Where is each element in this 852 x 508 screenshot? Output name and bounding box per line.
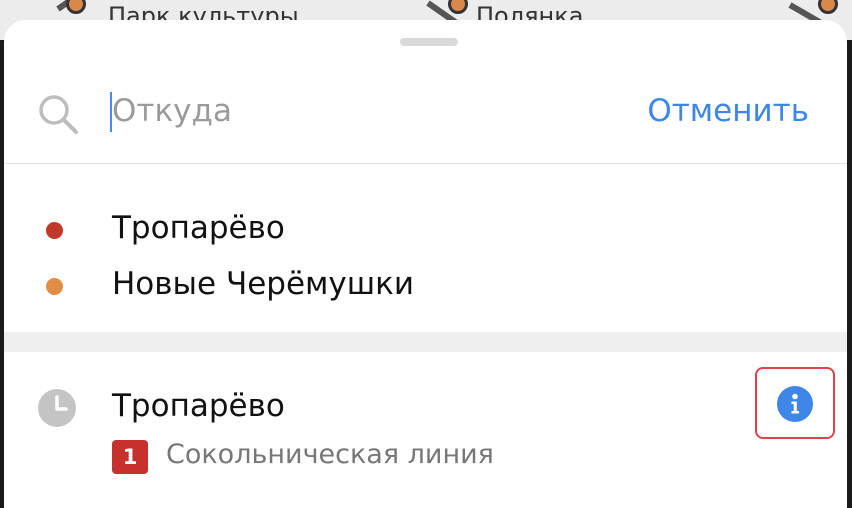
info-button[interactable] — [777, 386, 813, 422]
map-station-marker — [448, 0, 468, 14]
suggestion-item[interactable]: Тропарёво — [4, 202, 847, 258]
line-number-badge: 1 — [112, 440, 148, 474]
suggestion-station-name: Тропарёво — [112, 210, 285, 246]
suggestion-item[interactable]: Новые Черёмушки — [4, 258, 847, 314]
search-icon — [39, 95, 78, 134]
line-name: Сокольническая линия — [166, 439, 494, 470]
history-station-name: Тропарёво — [112, 388, 285, 424]
section-separator — [4, 332, 847, 352]
map-station-marker — [66, 0, 86, 14]
divider — [4, 163, 847, 164]
clock-icon — [38, 389, 76, 427]
search-bottom-sheet: Отменить Тропарёво Новые Черёмушки Тропа… — [4, 20, 847, 508]
metro-line-dot-icon — [46, 222, 63, 239]
from-station-input[interactable] — [112, 86, 592, 136]
suggestion-station-name: Новые Черёмушки — [112, 266, 414, 302]
cancel-button[interactable]: Отменить — [647, 86, 809, 136]
metro-line-dot-icon — [46, 278, 63, 295]
history-item[interactable]: Тропарёво 1 Сокольническая линия — [4, 352, 847, 508]
map-station-marker — [818, 0, 838, 14]
info-icon — [791, 393, 799, 414]
sheet-drag-handle[interactable] — [400, 38, 458, 46]
search-bar: Отменить — [4, 72, 847, 162]
